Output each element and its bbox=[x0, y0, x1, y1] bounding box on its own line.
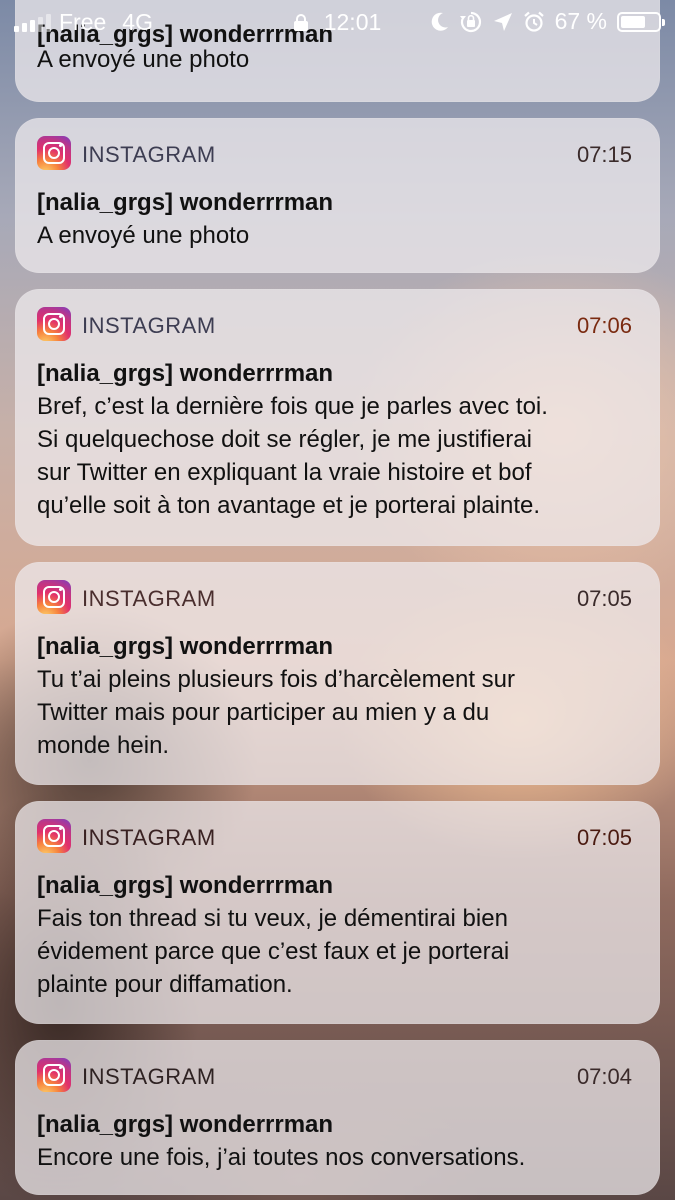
body-line: monde hein. bbox=[37, 732, 170, 759]
moon-icon bbox=[431, 12, 448, 31]
notification-body: Fais ton thread si tu veux, je démentira… bbox=[37, 902, 638, 1019]
body-line: qu’elle soit à ton avantage et je porter… bbox=[37, 492, 541, 519]
notification-time: 07:04 bbox=[576, 1064, 632, 1089]
status-bar: Free 4G 12:01 67 % bbox=[0, 0, 675, 44]
body-line: Fais ton thread si tu veux, je démentira… bbox=[37, 905, 508, 932]
battery-percent: 67 % bbox=[554, 8, 607, 34]
body-line: plainte pour diffamation. bbox=[37, 971, 293, 998]
notification-time: 07:05 bbox=[576, 825, 632, 850]
clock: 12:01 bbox=[323, 9, 382, 35]
notification-body: Encore une fois, j’ai toutes nos convers… bbox=[37, 1141, 638, 1192]
body-line: Tu t’ai pleins plusieurs fois d’harcèlem… bbox=[37, 666, 515, 693]
instagram-icon bbox=[37, 136, 71, 170]
notification-body: Tu t’ai pleins plusieurs fois d’harcèlem… bbox=[37, 663, 638, 780]
notification-card[interactable]: INSTAGRAM 07:15 [nalia_grgs] wonderrrman… bbox=[15, 118, 660, 273]
body-line: évidement parce que c’est faux et je por… bbox=[37, 938, 510, 965]
instagram-icon bbox=[37, 1058, 71, 1092]
battery-icon bbox=[617, 11, 665, 32]
instagram-icon bbox=[37, 819, 71, 853]
app-name: INSTAGRAM bbox=[82, 313, 216, 338]
notification-time: 07:15 bbox=[576, 142, 632, 167]
body-line: Encore une fois, j’ai toutes nos convers… bbox=[37, 1144, 526, 1171]
body-line: Twitter mais pour participer au mien y a… bbox=[37, 699, 490, 726]
body-line: Bref, c’est la dernière fois que je parl… bbox=[37, 393, 548, 420]
body-line: sur Twitter en expliquant la vraie histo… bbox=[37, 459, 532, 486]
notification-body: A envoyé une photo bbox=[37, 222, 250, 249]
notification-body: A envoyé une photo bbox=[37, 46, 250, 73]
notification-title: [nalia_grgs] wonderrrman bbox=[37, 1111, 334, 1138]
notification-card[interactable]: INSTAGRAM 07:05 [nalia_grgs] wonderrrman… bbox=[15, 801, 660, 1024]
notification-title: [nalia_grgs] wonderrrman bbox=[37, 872, 334, 899]
notification-title: [nalia_grgs] wonderrrman bbox=[37, 633, 334, 660]
body-line: Si quelquechose doit se régler, je me ju… bbox=[37, 426, 532, 453]
app-name: INSTAGRAM bbox=[82, 825, 216, 850]
lock-icon bbox=[293, 14, 308, 31]
notification-card[interactable]: INSTAGRAM 07:04 [nalia_grgs] wonderrrman… bbox=[15, 1040, 660, 1195]
notification-card[interactable]: INSTAGRAM 07:05 [nalia_grgs] wonderrrman… bbox=[15, 562, 660, 785]
instagram-icon bbox=[37, 580, 71, 614]
location-icon bbox=[493, 12, 512, 31]
notification-body: Bref, c’est la dernière fois que je parl… bbox=[37, 390, 638, 540]
app-name: INSTAGRAM bbox=[82, 1064, 216, 1089]
notification-time: 07:05 bbox=[576, 586, 632, 611]
alarm-icon bbox=[523, 11, 544, 32]
rotation-lock-icon bbox=[459, 11, 481, 32]
notification-title: [nalia_grgs] wonderrrman bbox=[37, 189, 334, 216]
app-name: INSTAGRAM bbox=[82, 142, 216, 167]
notification-title: [nalia_grgs] wonderrrman bbox=[37, 360, 334, 387]
instagram-icon bbox=[37, 307, 71, 341]
notification-card[interactable]: INSTAGRAM 07:06 [nalia_grgs] wonderrrman… bbox=[15, 289, 660, 546]
notification-time: 07:06 bbox=[576, 313, 632, 338]
app-name: INSTAGRAM bbox=[82, 586, 216, 611]
